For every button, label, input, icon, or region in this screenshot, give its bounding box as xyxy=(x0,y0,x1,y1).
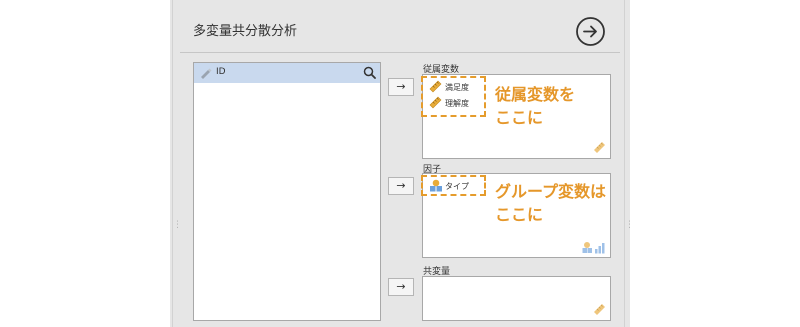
covariates-box[interactable] xyxy=(422,276,611,321)
factor-annotation-line2: ここに xyxy=(495,205,544,224)
ruler-icon xyxy=(594,304,605,315)
pencil-icon xyxy=(201,68,212,79)
dependent-annotation-line1: 従属変数を xyxy=(495,85,576,104)
resize-handle-right[interactable]: ⋮ xyxy=(625,221,634,230)
dependent-annotation-line2: ここに xyxy=(495,108,544,127)
page-title: 多変量共分散分析 xyxy=(193,24,298,39)
panel-border-right xyxy=(624,0,625,327)
resize-handle-left[interactable]: ⋮ xyxy=(173,221,182,230)
panel-border-left xyxy=(172,0,173,327)
source-variable-list[interactable]: ID xyxy=(193,62,381,321)
move-to-covariates-button[interactable]: → xyxy=(388,278,414,296)
factor-annotation-line1: グループ変数は xyxy=(495,182,607,201)
move-to-factors-button[interactable]: → xyxy=(388,177,414,195)
ruler-icon xyxy=(594,142,605,153)
move-to-dependent-button[interactable]: → xyxy=(388,78,414,96)
search-icon[interactable] xyxy=(363,66,376,79)
run-arrow-icon[interactable] xyxy=(575,16,606,47)
nominal-ordinal-icon xyxy=(582,242,605,254)
source-item-label: ID xyxy=(216,67,226,77)
factor-highlight-box xyxy=(421,175,486,196)
dependent-highlight-box xyxy=(421,76,486,117)
source-item-id[interactable]: ID xyxy=(194,63,380,83)
header-separator xyxy=(180,52,620,53)
